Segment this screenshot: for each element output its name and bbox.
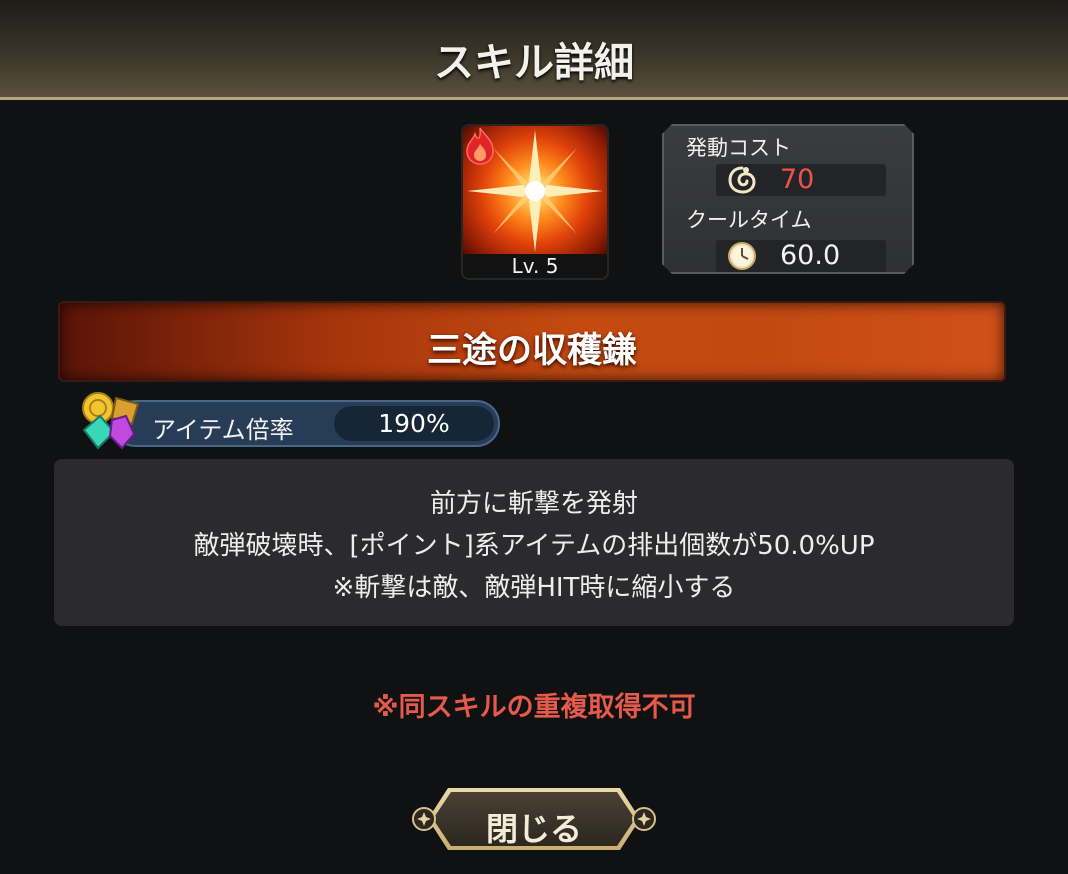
duplicate-warning: ※同スキルの重複取得不可 [372,692,696,723]
dialog-title: スキル詳細 [434,40,634,86]
stopwatch-icon [728,242,756,270]
skill-name: 三途の収穫鎌 [426,331,637,371]
skill-stats-panel: 発動コスト 70 クールタイム 60.0 [662,124,914,274]
cost-label: 発動コスト [686,136,791,160]
item-rate-value-box: 190% [334,406,494,441]
skill-description: 前方に斬撃を発射 敵弾破壊時、[ポイント]系アイテムの排出個数が50.0%UP … [54,459,1014,626]
cost-value: 70 [780,164,815,195]
cooltime-value: 60.0 [780,240,841,271]
starburst-slash-icon [463,126,607,256]
item-rate-label: アイテム倍率 [152,416,294,444]
skill-level: Lv. 5 [463,254,607,278]
close-button-label: 閉じる [485,810,582,848]
item-rate-pill: アイテム倍率 190% [112,400,500,447]
skill-icon-card: Lv. 5 [461,124,609,280]
close-button-body: 閉じる [433,792,635,846]
cooltime-label: クールタイム [686,208,812,232]
description-line: ※斬撃は敵、敵弾HIT時に縮小する [332,573,736,603]
description-line: 敵弾破壊時、[ポイント]系アイテムの排出個数が50.0%UP [193,531,875,561]
description-line: 前方に斬撃を発射 [429,489,638,519]
dialog-header: スキル詳細 [0,0,1068,100]
item-rate-value: 190% [378,409,450,438]
ornament-icon [632,807,656,831]
swirl-cost-icon [728,166,756,194]
skill-name-banner: 三途の収穫鎌 [58,301,1006,382]
fire-element-icon [466,127,494,165]
gems-coin-icon [82,392,140,450]
close-button[interactable]: 閉じる [412,788,656,850]
ornament-icon [412,807,436,831]
